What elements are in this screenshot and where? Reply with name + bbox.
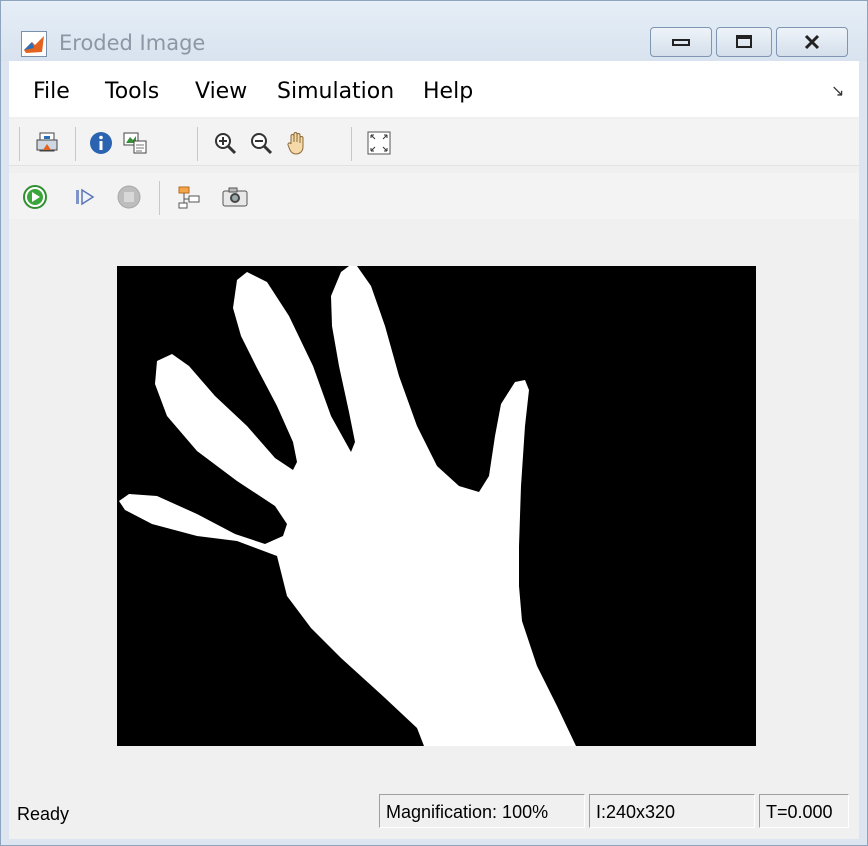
zoom-out-icon[interactable] (247, 129, 275, 157)
snapshot-camera-icon[interactable] (221, 183, 249, 211)
toolbar-separator (75, 127, 76, 161)
zoom-in-icon[interactable] (211, 129, 239, 157)
toolbar-simulation (9, 173, 859, 219)
menu-file[interactable]: File (33, 79, 70, 104)
toolbar-main (9, 119, 859, 166)
minimize-button[interactable] (650, 27, 712, 57)
dock-arrow-icon[interactable]: ↘ (831, 81, 844, 101)
menu-help[interactable]: Help (423, 79, 473, 104)
hand-silhouette-image (117, 266, 756, 746)
export-icon[interactable] (121, 129, 149, 157)
image-display (117, 266, 756, 746)
menu-tools[interactable]: Tools (105, 79, 159, 104)
stop-icon[interactable] (115, 183, 143, 211)
app-window: Eroded Image File Tools View Simulation … (0, 0, 868, 846)
pan-hand-icon[interactable] (283, 129, 311, 157)
status-dimensions: I:240x320 (589, 794, 755, 828)
toolbar-separator (19, 127, 20, 161)
menu-bar: File Tools View Simulation Help ↘ (9, 61, 859, 117)
title-bar[interactable]: Eroded Image (1, 1, 867, 61)
toolbar-separator (159, 181, 160, 215)
menu-view[interactable]: View (195, 79, 247, 104)
menu-simulation[interactable]: Simulation (277, 79, 394, 104)
window-title: Eroded Image (59, 31, 206, 55)
status-ready-text: Ready (17, 804, 70, 824)
status-bar: Ready Magnification: 100% I:240x320 T=0.… (9, 794, 859, 834)
step-forward-icon[interactable] (71, 183, 99, 211)
highlight-model-icon[interactable] (175, 183, 203, 211)
print-to-figure-icon[interactable] (33, 129, 61, 157)
toolbar-separator (197, 127, 198, 161)
status-time: T=0.000 (759, 794, 849, 828)
status-magnification: Magnification: 100% (379, 794, 585, 828)
close-button[interactable] (776, 27, 848, 57)
info-icon[interactable] (87, 129, 115, 157)
toolbar-separator (351, 127, 352, 161)
run-icon[interactable] (21, 183, 49, 211)
maximize-button[interactable] (716, 27, 772, 57)
matlab-icon[interactable] (21, 31, 47, 57)
client-area: File Tools View Simulation Help ↘ Ready … (9, 61, 859, 839)
fit-to-view-icon[interactable] (365, 129, 393, 157)
